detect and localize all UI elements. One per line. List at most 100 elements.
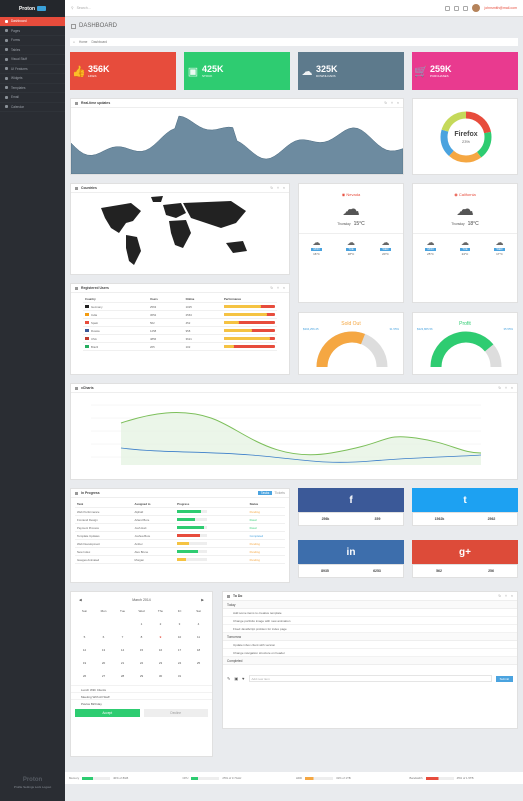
calendar-day[interactable]: 24: [170, 657, 189, 670]
calendar-day[interactable]: 2: [151, 618, 170, 631]
refresh-icon[interactable]: ↻: [498, 386, 501, 390]
tab-tasks[interactable]: Tasks: [257, 491, 273, 495]
decline-button[interactable]: Decline: [143, 709, 208, 717]
sidebar-item-email[interactable]: Email: [0, 93, 65, 103]
calendar-day[interactable]: 23: [151, 657, 170, 670]
table-row[interactable]: Template Updates Joshua Bore Completed: [75, 531, 285, 540]
search-bar[interactable]: ⚲ Search...: [71, 6, 91, 10]
tab-tickets[interactable]: Tickets: [274, 491, 285, 495]
sidebar-item-forms[interactable]: Forms: [0, 36, 65, 46]
calendar-day[interactable]: 8: [132, 631, 151, 644]
calendar-day[interactable]: 17: [170, 644, 189, 657]
attach-icon[interactable]: ✎: [227, 676, 230, 681]
calendar-day[interactable]: 19: [75, 657, 94, 670]
bell-icon[interactable]: [445, 5, 451, 11]
todo-item[interactable]: Change navigation structure on header: [223, 649, 517, 657]
calendar-day[interactable]: 10: [170, 631, 189, 644]
prev-month-icon[interactable]: ◀: [79, 598, 82, 602]
todo-item[interactable]: Fixed JavaScript problem for index page: [223, 625, 517, 633]
calendar-day[interactable]: 16: [151, 644, 170, 657]
calendar-day[interactable]: 5: [75, 631, 94, 644]
facebook-card[interactable]: f 256k 359: [298, 488, 404, 528]
refresh-icon[interactable]: ↻: [270, 286, 273, 290]
table-row[interactable]: Frontend Design Arland Bore Fixed: [75, 515, 285, 524]
table-row[interactable]: Payment Process Josh Hart Fixed: [75, 523, 285, 532]
accept-button[interactable]: Accept: [75, 709, 140, 717]
user-email[interactable]: johnsmith@mail.com: [484, 6, 517, 10]
sidebar-item-calendar[interactable]: Calendar: [0, 103, 65, 112]
calendar-day[interactable]: 11: [189, 631, 208, 644]
calendar-day[interactable]: 6: [94, 631, 113, 644]
calendar-day[interactable]: 28: [113, 670, 132, 683]
collapse-icon[interactable]: ˄: [505, 594, 507, 598]
flag-icon[interactable]: [463, 5, 469, 11]
calendar-day[interactable]: 29: [132, 670, 151, 683]
collapse-icon[interactable]: ˄: [505, 386, 507, 390]
table-row[interactable]: Gauges Animated Morgan Pending: [75, 555, 285, 564]
sidebar-item-pages[interactable]: Pages: [0, 27, 65, 36]
close-icon[interactable]: ×: [397, 101, 399, 105]
next-month-icon[interactable]: ▶: [201, 598, 204, 602]
calendar-day[interactable]: 18: [189, 644, 208, 657]
calendar-day[interactable]: 1: [132, 618, 151, 631]
calendar-day[interactable]: 4: [189, 618, 208, 631]
sidebar-item-dashboard[interactable]: Dashboard: [0, 17, 65, 27]
table-row[interactable]: Web Development Amber Pending: [75, 539, 285, 548]
favorite-icon[interactable]: ♥: [242, 676, 244, 681]
refresh-icon[interactable]: ↻: [498, 594, 501, 598]
collapse-icon[interactable]: ˄: [391, 101, 393, 105]
linkedin-card[interactable]: in 8935 6253: [298, 540, 404, 580]
calendar-day[interactable]: 3: [170, 618, 189, 631]
calendar-day[interactable]: 7: [113, 631, 132, 644]
breadcrumb-home[interactable]: Home: [79, 40, 88, 44]
calendar-day[interactable]: 22: [132, 657, 151, 670]
calendar-event[interactable]: Lunch With Clients: [71, 685, 212, 692]
sidebar-item-tables[interactable]: Tables: [0, 46, 65, 55]
stat-box-purchases[interactable]: 🛒 259K PURCHASES: [412, 52, 518, 90]
calendar-day[interactable]: 27: [94, 670, 113, 683]
brand-logo[interactable]: Proton: [0, 0, 65, 17]
todo-item[interactable]: Add some items to creative template: [223, 609, 517, 617]
google-plus-card[interactable]: g+ 562 256: [412, 540, 518, 580]
refresh-icon[interactable]: ↻: [384, 101, 387, 105]
calendar-day[interactable]: 12: [75, 644, 94, 657]
mail-icon[interactable]: [454, 5, 460, 11]
close-icon[interactable]: ×: [511, 386, 513, 390]
close-icon[interactable]: ×: [283, 286, 285, 290]
calendar-day[interactable]: 30: [151, 670, 170, 683]
stat-box-stock[interactable]: ▣ 425K STOCK: [184, 52, 290, 90]
todo-item[interactable]: Change portfolio image with new animatio…: [223, 617, 517, 625]
sidebar-item-visual-stuff[interactable]: Visual Stuff: [0, 55, 65, 65]
sidebar-item-templates[interactable]: Templates: [0, 84, 65, 93]
collapse-icon[interactable]: ˄: [277, 186, 279, 190]
stat-box-likes[interactable]: 👍 356K LIKES: [70, 52, 176, 90]
collapse-icon[interactable]: ˄: [277, 286, 279, 290]
calendar-day[interactable]: 21: [113, 657, 132, 670]
todo-input[interactable]: Add new item: [248, 675, 492, 682]
close-icon[interactable]: ×: [511, 594, 513, 598]
calendar-day[interactable]: 25: [189, 657, 208, 670]
todo-item[interactable]: Update inbox client with version: [223, 641, 517, 649]
submit-button[interactable]: Submit: [495, 675, 513, 682]
image-icon[interactable]: ▣: [234, 676, 238, 681]
calendar-event[interactable]: Meeting With All Staff: [71, 692, 212, 699]
calendar-day[interactable]: 15: [132, 644, 151, 657]
calendar-day[interactable]: 31: [170, 670, 189, 683]
stat-box-downloads[interactable]: ☁ 325K DOWNLOADS: [298, 52, 404, 90]
table-row[interactable]: Web Performance Alpha0 Pending: [75, 507, 285, 516]
refresh-icon[interactable]: ↻: [270, 186, 273, 190]
calendar-day-today[interactable]: 9: [151, 631, 170, 644]
table-row[interactable]: New Index Alex Brune Pending: [75, 547, 285, 556]
twitter-card[interactable]: t 1562k 2562: [412, 488, 518, 528]
sidebar-item-widgets[interactable]: Widgets: [0, 74, 65, 84]
close-icon[interactable]: ×: [283, 186, 285, 190]
calendar-day[interactable]: 26: [75, 670, 94, 683]
sidebar-item-ui-features[interactable]: UI Features: [0, 65, 65, 74]
search-input[interactable]: Search...: [77, 6, 91, 10]
calendar-day[interactable]: 13: [94, 644, 113, 657]
avatar[interactable]: [472, 4, 481, 12]
sidebar-footer-links[interactable]: Profile Settings Lock Logout: [0, 785, 65, 789]
calendar-day[interactable]: 20: [94, 657, 113, 670]
calendar-event[interactable]: Pavlos Birthday: [71, 699, 212, 706]
calendar-day[interactable]: 14: [113, 644, 132, 657]
